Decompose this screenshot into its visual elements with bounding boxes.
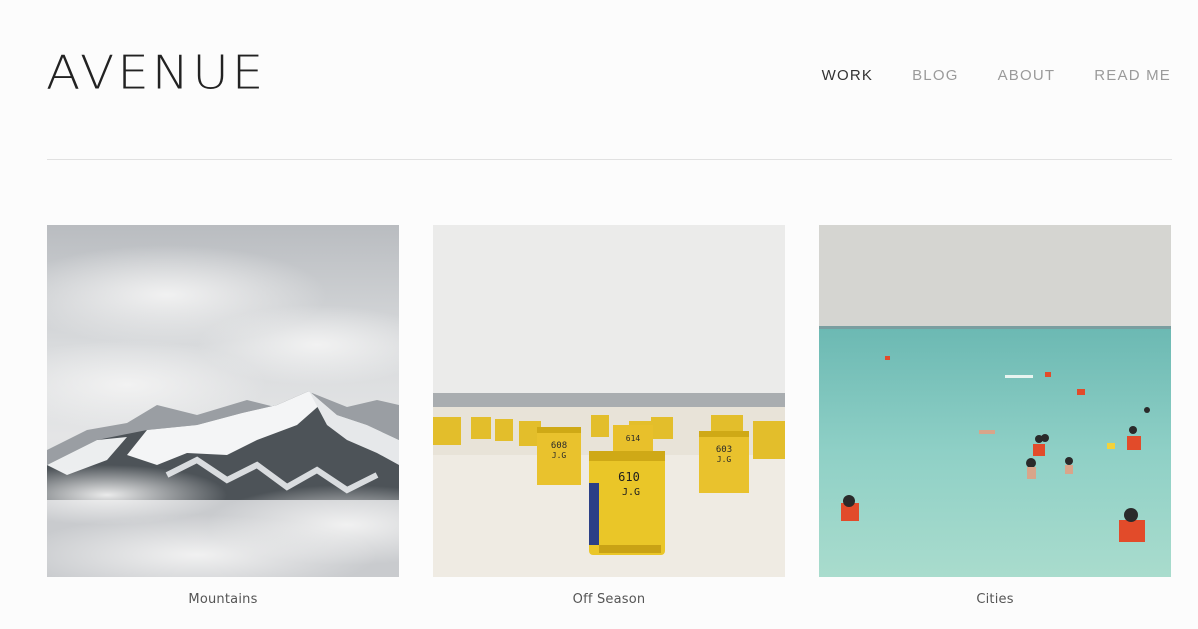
header-divider [47, 159, 1172, 160]
gallery-item-off-season[interactable]: 608 J.G 614 603 J.G 610 J.G Off Season [433, 225, 785, 607]
nav-item-work[interactable]: WORK [822, 67, 873, 84]
main-nav: WORK BLOG ABOUT READ ME [783, 67, 1171, 84]
cities-image[interactable] [819, 225, 1171, 577]
nav-item-about[interactable]: ABOUT [998, 67, 1056, 84]
nav-item-blog[interactable]: BLOG [912, 67, 958, 84]
chair-number: 608 [551, 441, 567, 451]
chair-number: J.G [622, 487, 640, 498]
gallery-caption: Cities [976, 592, 1014, 607]
mountains-image[interactable] [47, 225, 399, 577]
gallery-caption: Off Season [572, 592, 646, 607]
gallery-item-mountains[interactable]: Mountains [47, 225, 399, 607]
chair-number: 603 [716, 445, 732, 455]
nav-item-read-me[interactable]: READ ME [1094, 67, 1171, 84]
chair-number: 614 [626, 434, 641, 443]
gallery-item-cities[interactable]: Cities [819, 225, 1171, 607]
gallery-caption: Mountains [188, 592, 258, 607]
site-logo[interactable]: AVENUE [46, 50, 266, 96]
chair-number: J.G [717, 455, 732, 464]
chair-number: J.G [552, 451, 567, 460]
off-season-image[interactable]: 608 J.G 614 603 J.G 610 J.G [433, 225, 785, 577]
chair-number: 610 [618, 470, 640, 484]
